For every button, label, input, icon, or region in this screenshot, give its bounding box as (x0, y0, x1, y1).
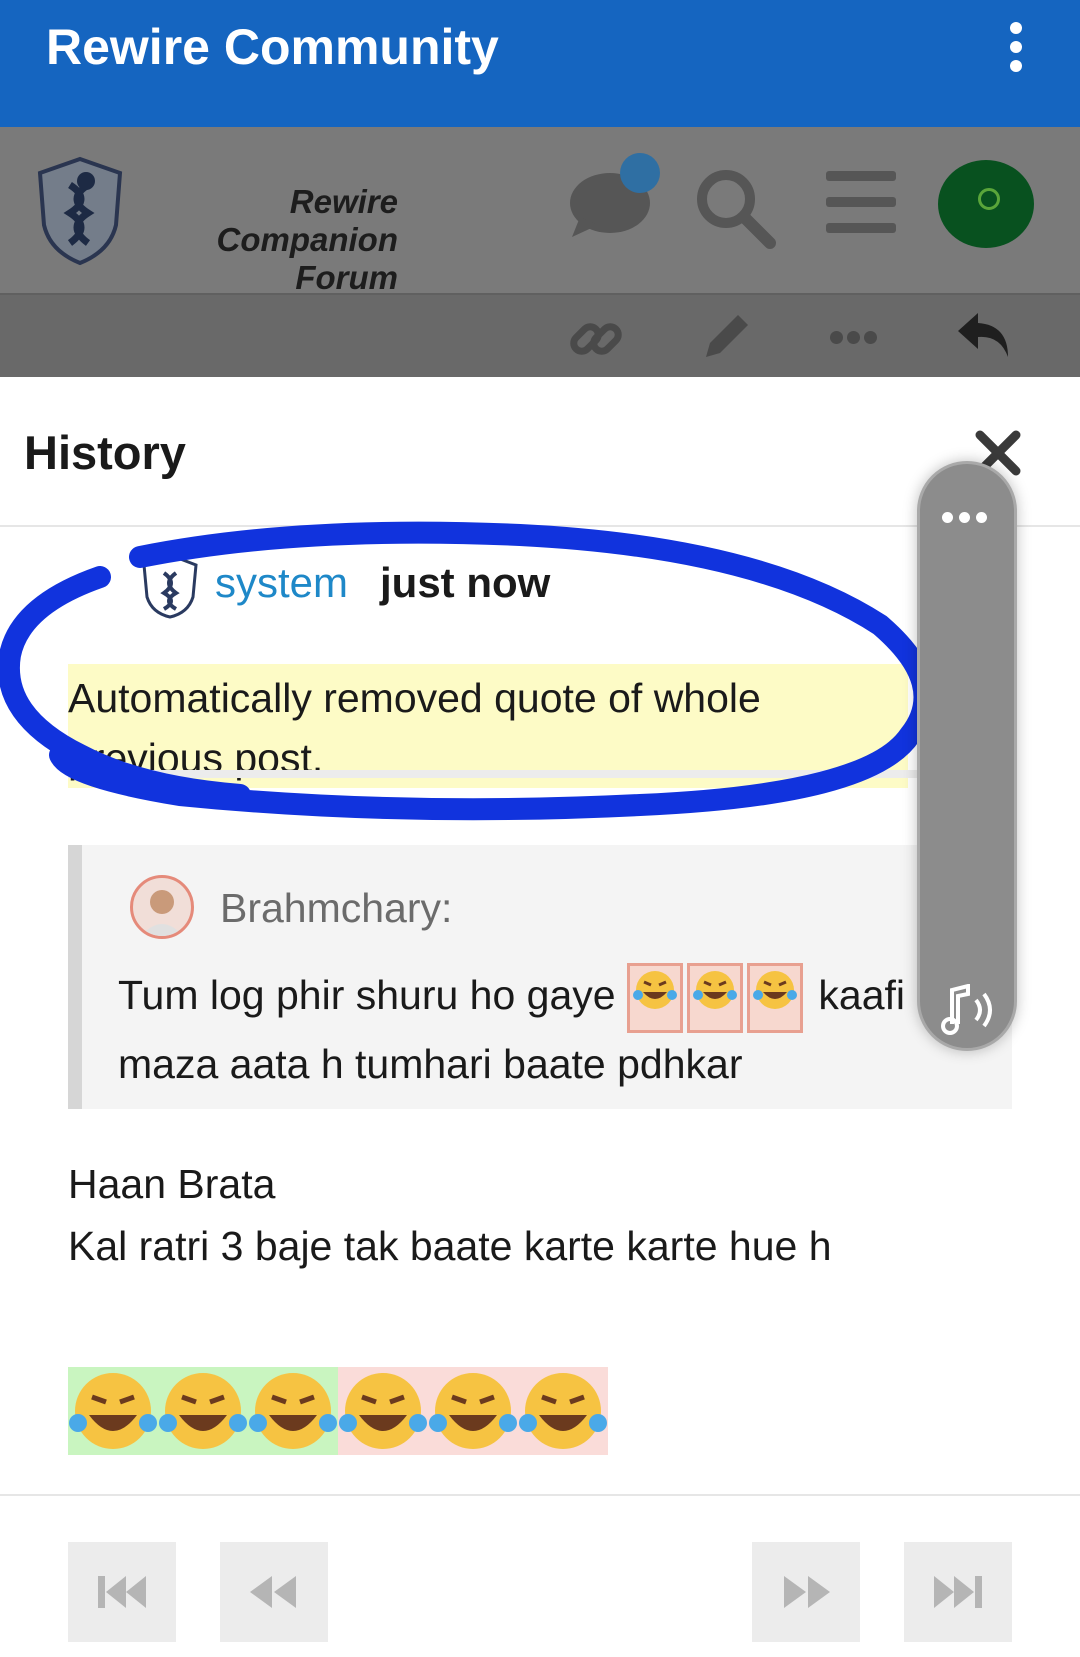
link-icon[interactable] (568, 311, 624, 367)
forum-logo-icon[interactable] (30, 155, 130, 267)
emoji-diff-row (68, 1367, 608, 1455)
first-revision-button[interactable] (68, 1542, 176, 1642)
tears-of-joy-icon (519, 1373, 607, 1449)
last-revision-button[interactable] (904, 1542, 1012, 1642)
system-avatar[interactable] (140, 553, 200, 619)
modal-title: History (24, 426, 186, 479)
next-revision-button[interactable] (752, 1542, 860, 1642)
tears-of-joy-icon (429, 1373, 517, 1449)
tears-of-joy-icon (339, 1373, 427, 1449)
tears-of-joy-icon (249, 1373, 337, 1449)
quote-author: Brahmchary: (220, 885, 453, 931)
divider (0, 1494, 1080, 1496)
post-toolbar (0, 293, 1080, 379)
last-revision-icon (934, 1576, 982, 1608)
quote-text-start: Tum log phir shuru ho gaye (118, 971, 616, 1018)
tears-of-joy-icon (69, 1373, 157, 1449)
app-bar: Rewire Community (0, 0, 1080, 127)
search-icon[interactable] (692, 165, 776, 249)
first-revision-icon (98, 1576, 146, 1608)
tears-of-joy-icon (747, 963, 803, 1033)
divider (68, 770, 918, 778)
revision-time: just now (380, 559, 551, 606)
more-dots-icon[interactable] (830, 329, 877, 348)
forum-name-line1: Rewire Companion (216, 183, 398, 258)
previous-revision-button[interactable] (220, 1542, 328, 1642)
chat-icon[interactable] (566, 145, 666, 245)
reply-icon[interactable] (956, 309, 1014, 361)
forum-name: Rewire Companion Forum (132, 183, 398, 297)
post-line-1: Haan Brata (68, 1161, 276, 1207)
post-body: Haan Brata Kal ratri 3 baje tak baate ka… (68, 1153, 832, 1277)
next-revision-icon (784, 1576, 830, 1608)
avatar[interactable] (938, 160, 1034, 248)
more-dots-icon[interactable] (942, 508, 998, 523)
tears-of-joy-icon (159, 1373, 247, 1449)
revision-author[interactable]: system (215, 559, 348, 607)
forum-header: Rewire Companion Forum (0, 127, 1080, 296)
app-title: Rewire Community (46, 19, 499, 75)
quote-text: Tum log phir shuru ho gaye kaafi maza aa… (118, 963, 998, 1095)
vertical-dots-icon[interactable] (996, 22, 1036, 78)
hamburger-icon[interactable] (826, 171, 896, 233)
avatar[interactable] (130, 875, 194, 939)
pencil-icon[interactable] (698, 309, 754, 365)
post-line-2: Kal ratri 3 baje tak baate karte karte h… (68, 1223, 832, 1269)
forum-name-line2: Forum (295, 259, 398, 296)
tears-of-joy-icon (627, 963, 683, 1033)
audio-icon[interactable] (938, 984, 1000, 1036)
floating-panel[interactable] (917, 461, 1017, 1051)
quote-block: Brahmchary: Tum log phir shuru ho gaye k… (68, 845, 1012, 1109)
previous-revision-icon (250, 1576, 296, 1608)
tears-of-joy-icon (687, 963, 743, 1033)
